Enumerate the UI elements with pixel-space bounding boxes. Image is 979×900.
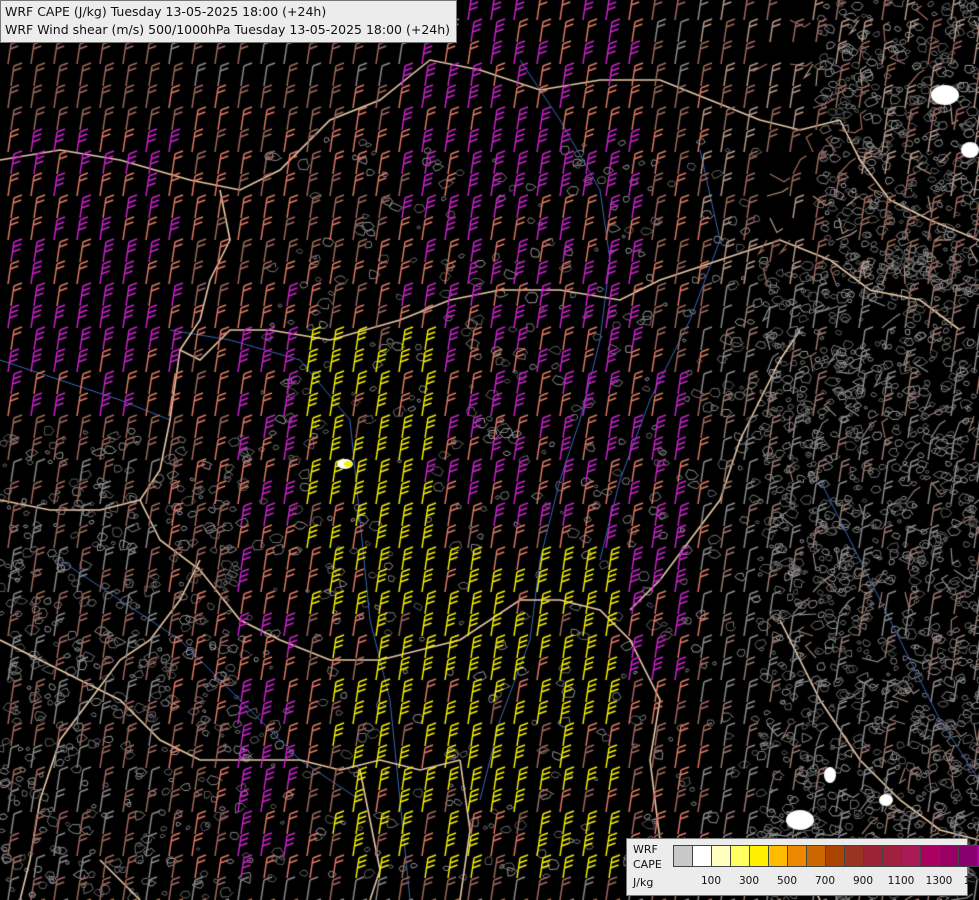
- wind-shear-title: WRF Wind shear (m/s) 500/1000hPa Tuesday…: [5, 22, 451, 37]
- legend-swatch: [882, 845, 902, 867]
- legend-swatch: [692, 845, 712, 867]
- legend-tick-labels: 100 300 500 700 900 1100 1300 1500: [673, 875, 979, 889]
- legend-swatch: [806, 845, 826, 867]
- cape-title: WRF CAPE (J/kg) Tuesday 13-05-2025 18:00…: [5, 4, 327, 19]
- legend-swatch: [825, 845, 845, 867]
- legend-label-model: WRF: [633, 843, 658, 856]
- legend-swatch: [768, 845, 788, 867]
- legend-tick-label: 700: [814, 875, 836, 887]
- legend-tick-label: 100: [700, 875, 722, 887]
- legend-label-unit: J/kg: [633, 876, 654, 889]
- legend-swatch: [863, 845, 883, 867]
- legend-swatch: [787, 845, 807, 867]
- map-title-box: WRF CAPE (J/kg) Tuesday 13-05-2025 18:00…: [0, 0, 458, 43]
- legend-swatch: [673, 845, 693, 867]
- cape-wind-shear-map: [0, 0, 979, 900]
- legend-tick-label: 1500: [963, 875, 979, 887]
- legend-tick-label: 500: [776, 875, 798, 887]
- cape-legend: WRF CAPE J/kg 100 300 500 700 900 1100 1300 150…: [626, 838, 979, 896]
- legend-swatch: [939, 845, 959, 867]
- legend-color-scale: [673, 845, 979, 867]
- legend-swatch: [844, 845, 864, 867]
- legend-swatch: [711, 845, 731, 867]
- legend-tick-label: 1100: [887, 875, 915, 887]
- legend-tick-label: 1300: [925, 875, 953, 887]
- legend-swatch: [920, 845, 940, 867]
- legend-swatch: [749, 845, 769, 867]
- legend-tick-label: 900: [852, 875, 874, 887]
- legend-swatch: [730, 845, 750, 867]
- legend-label-variable: CAPE: [633, 858, 662, 871]
- legend-swatch: [958, 845, 978, 867]
- legend-tick-label: 300: [738, 875, 760, 887]
- legend-swatch: [901, 845, 921, 867]
